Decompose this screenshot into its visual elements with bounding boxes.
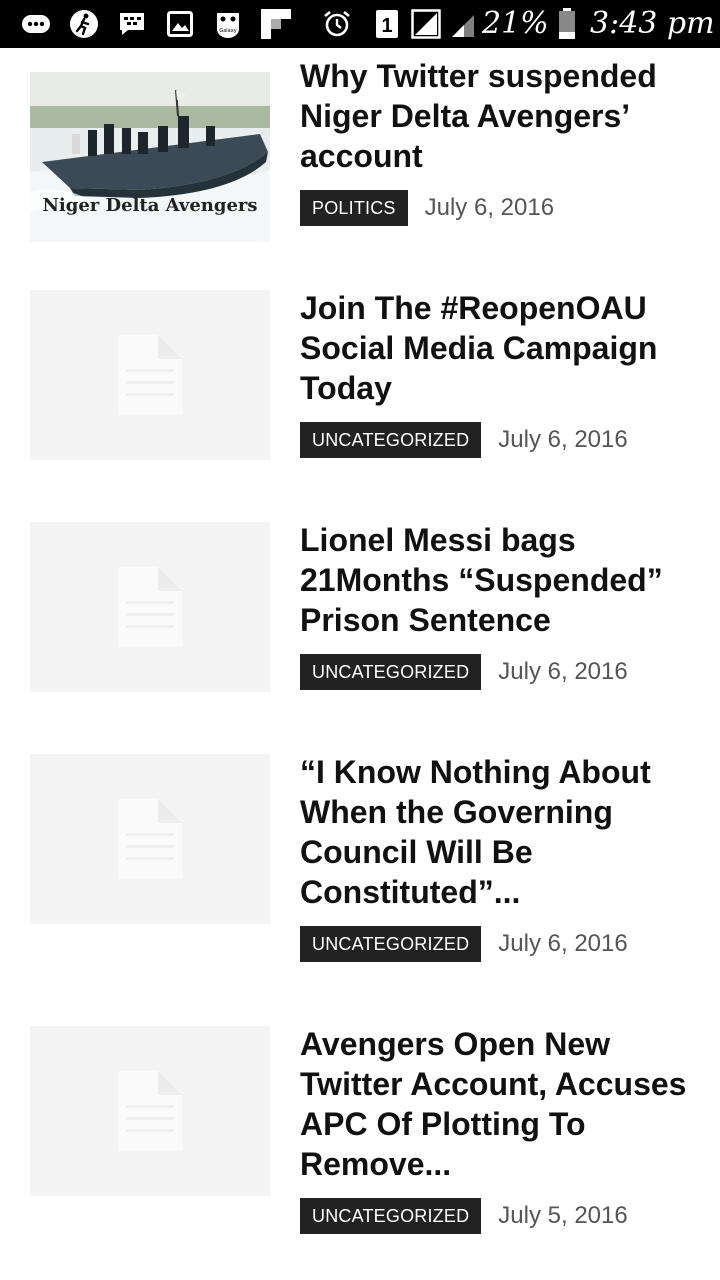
article-title[interactable]: Lionel Messi bags 21Months “Suspended” P…: [300, 520, 700, 640]
document-placeholder-icon: [118, 799, 182, 879]
article-title[interactable]: Why Twitter suspended Niger Delta Avenge…: [300, 56, 700, 176]
article-date: July 5, 2016: [498, 1202, 628, 1229]
signal-icon: [410, 8, 442, 40]
article-thumbnail[interactable]: [30, 754, 270, 924]
galaxy-logo-text: Galaxy: [219, 28, 236, 34]
sim-slot-label: 1: [381, 15, 392, 37]
thumbnail-caption: Niger Delta Avengers: [42, 195, 257, 216]
gallery-icon: [166, 8, 194, 40]
document-placeholder-icon: [118, 1071, 182, 1151]
article-thumbnail[interactable]: [30, 1026, 270, 1196]
article-meta: UNCATEGORIZED July 6, 2016: [300, 926, 628, 962]
document-placeholder-icon: [118, 335, 182, 415]
article-title[interactable]: Avengers Open New Twitter Account, Accus…: [300, 1024, 700, 1184]
runner-icon: [68, 8, 100, 40]
category-badge[interactable]: UNCATEGORIZED: [300, 1198, 482, 1234]
article-thumbnail[interactable]: Niger Delta Avengers: [30, 72, 270, 242]
document-placeholder-icon: [118, 567, 182, 647]
category-badge[interactable]: POLITICS: [300, 190, 408, 226]
article-meta: POLITICS July 6, 2016: [300, 190, 554, 226]
category-badge[interactable]: UNCATEGORIZED: [300, 422, 482, 458]
more-icon: [20, 8, 52, 40]
flipboard-icon: [261, 8, 291, 40]
clock: 3:43 pm: [590, 6, 715, 41]
article-thumbnail[interactable]: [30, 522, 270, 692]
galaxy-icon: Galaxy: [213, 8, 243, 40]
article-date: July 6, 2016: [498, 658, 628, 685]
category-badge[interactable]: UNCATEGORIZED: [300, 926, 482, 962]
article-meta: UNCATEGORIZED July 5, 2016: [300, 1198, 628, 1234]
status-bar: Galaxy 1 21% 3:43 pm: [0, 0, 720, 48]
article-meta: UNCATEGORIZED July 6, 2016: [300, 422, 628, 458]
battery-percent: 21%: [482, 6, 549, 41]
article-title[interactable]: “I Know Nothing About When the Governing…: [300, 752, 700, 912]
boat-photo: Niger Delta Avengers: [30, 72, 270, 242]
article-date: July 6, 2016: [498, 930, 628, 957]
article-date: July 6, 2016: [498, 426, 628, 453]
alarm-icon: [322, 8, 352, 40]
sim-icon: 1: [374, 8, 400, 40]
category-badge[interactable]: UNCATEGORIZED: [300, 654, 482, 690]
bbm-icon: [117, 8, 147, 40]
article-feed: Niger Delta Avengers Why Twitter suspend…: [0, 48, 720, 1280]
article-date: July 6, 2016: [424, 194, 555, 221]
article-thumbnail[interactable]: [30, 290, 270, 460]
battery-icon: [557, 8, 577, 40]
article-title[interactable]: Join The #ReopenOAU Social Media Campaig…: [300, 288, 700, 408]
article-meta: UNCATEGORIZED July 6, 2016: [300, 654, 628, 690]
signal-bars-icon: [447, 8, 477, 40]
